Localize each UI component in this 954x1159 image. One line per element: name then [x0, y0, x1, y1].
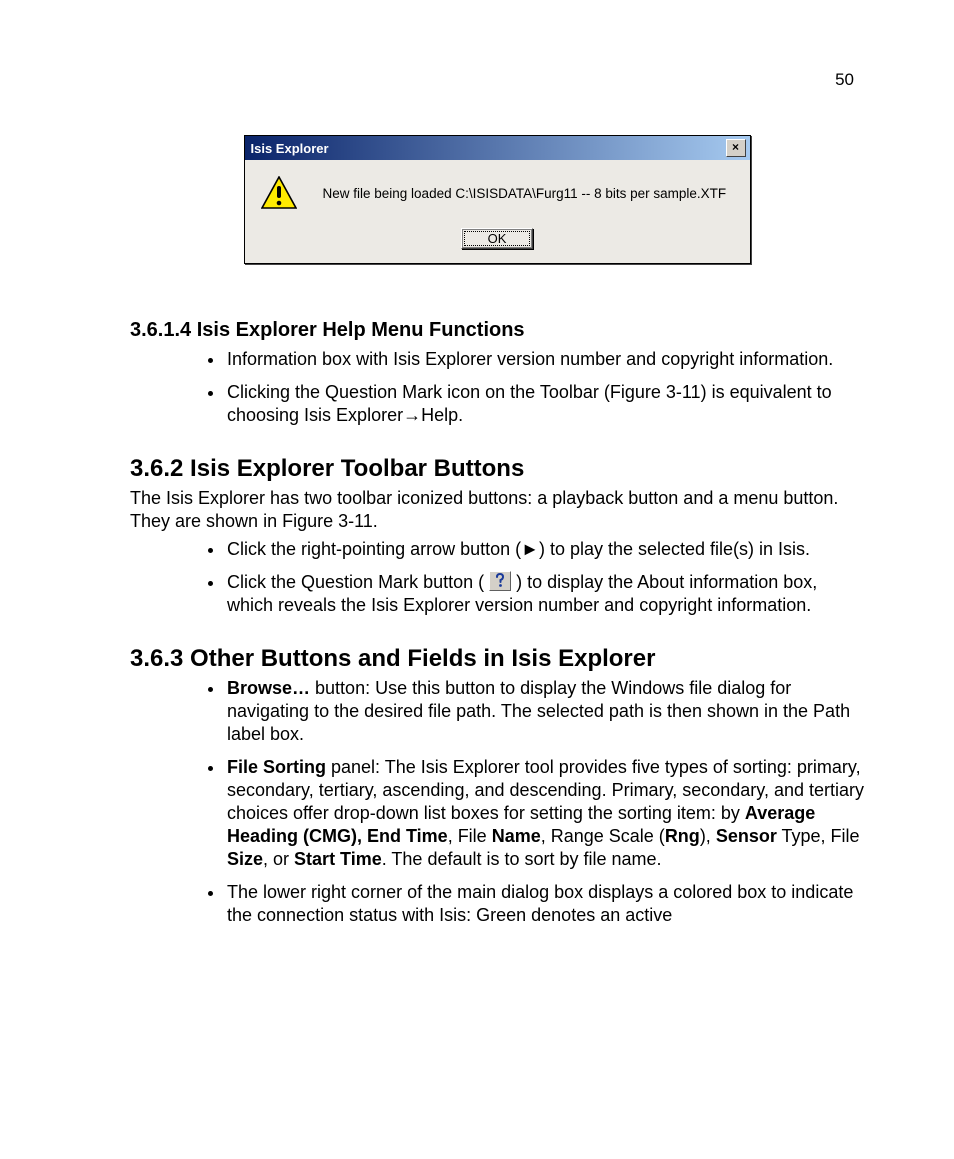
dialog-title-text: Isis Explorer — [251, 141, 329, 156]
dialog-body: New file being loaded C:\ISISDATA\Furg11… — [245, 160, 750, 263]
list-item: File Sorting panel: The Isis Explorer to… — [225, 756, 864, 871]
bold-run: File Sorting — [227, 757, 326, 777]
bold-run: Name — [492, 826, 541, 846]
text-run: Type, File — [777, 826, 860, 846]
list-item: Click the Question Mark button ( ) to di… — [225, 571, 864, 617]
bold-run: Sensor — [716, 826, 777, 846]
bold-run: Size — [227, 849, 263, 869]
list-item: Browse… button: Use this button to displ… — [225, 677, 864, 746]
warning-icon — [261, 176, 297, 210]
text-run: button: Use this button to display the W… — [227, 678, 850, 744]
help-icon — [489, 571, 511, 591]
text-run: , or — [263, 849, 294, 869]
bold-run: Browse… — [227, 678, 310, 698]
list-item: The lower right corner of the main dialo… — [225, 881, 864, 927]
bold-run: Start Time — [294, 849, 382, 869]
document-page: 50 Isis Explorer × New file being loaded… — [0, 0, 954, 1018]
heading-3-6-1-4: 3.6.1.4 Isis Explorer Help Menu Function… — [130, 319, 864, 342]
text-run: , Range Scale ( — [541, 826, 665, 846]
paragraph: The Isis Explorer has two toolbar iconiz… — [130, 487, 864, 532]
bullet-list: Click the right-pointing arrow button (►… — [130, 538, 864, 617]
bold-run: Rng — [665, 826, 700, 846]
heading-3-6-3: 3.6.3 Other Buttons and Fields in Isis E… — [130, 645, 864, 673]
list-item: Click the right-pointing arrow button (►… — [225, 538, 864, 561]
heading-3-6-2: 3.6.2 Isis Explorer Toolbar Buttons — [130, 455, 864, 483]
text-run: Click the Question Mark button ( — [227, 572, 489, 592]
close-icon[interactable]: × — [726, 139, 746, 157]
list-item: Clicking the Question Mark icon on the T… — [225, 381, 864, 427]
ok-button[interactable]: OK — [461, 228, 534, 249]
dialog-figure: Isis Explorer × New file being loaded C:… — [244, 135, 751, 264]
dialog-message: New file being loaded C:\ISISDATA\Furg11… — [323, 186, 727, 201]
text-run: . The default is to sort by file name. — [382, 849, 662, 869]
dialog-titlebar: Isis Explorer × — [245, 136, 750, 160]
bullet-list: Browse… button: Use this button to displ… — [130, 677, 864, 927]
bullet-list: Information box with Isis Explorer versi… — [130, 348, 864, 427]
text-run: , File — [448, 826, 492, 846]
list-item: Information box with Isis Explorer versi… — [225, 348, 864, 371]
text-run: ), — [700, 826, 716, 846]
page-number: 50 — [130, 70, 864, 90]
